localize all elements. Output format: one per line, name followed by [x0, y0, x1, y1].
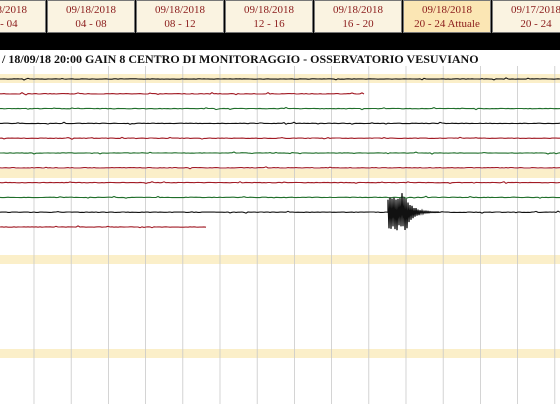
tab-4[interactable]: 09/18/2018 16 - 20	[314, 0, 402, 33]
tab-6[interactable]: 09/17/2018 20 - 24	[492, 0, 560, 33]
tab-5[interactable]: 09/18/2018 20 - 24 Attuale	[403, 0, 491, 33]
tab-date: 09/18/2018	[243, 4, 295, 16]
tab-range: 08 - 12	[164, 18, 196, 30]
tab-1[interactable]: 09/18/2018 04 - 08	[47, 0, 135, 33]
tab-date: 09/18/2018	[154, 4, 206, 16]
seismogram-drum	[0, 66, 560, 404]
earthquake-burst	[387, 193, 440, 231]
tab-range: 12 - 16	[253, 18, 285, 30]
trace-green	[0, 106, 560, 111]
trace-red	[0, 136, 560, 140]
highlight-band	[0, 255, 560, 264]
tab-3[interactable]: 09/18/2018 12 - 16	[225, 0, 313, 33]
trace-red	[0, 181, 560, 185]
trace-green	[0, 195, 560, 200]
tab-date: 09/18/2018	[421, 4, 473, 16]
header-bar	[0, 34, 560, 50]
trace-red	[0, 166, 560, 170]
tab-date: 09/18/2018	[332, 4, 384, 16]
trace-black	[0, 210, 560, 214]
tab-range: 20 - 24	[520, 18, 552, 30]
time-window-tabs: 09/18/201800 - 0409/18/201804 - 0809/18/…	[0, 0, 560, 34]
tab-date: 09/18/2018	[65, 4, 117, 16]
tab-0[interactable]: 09/18/2018 00 - 04	[0, 0, 46, 33]
highlight-band	[0, 349, 560, 358]
trace-red	[0, 92, 365, 96]
trace-red	[0, 225, 207, 229]
tab-range: 16 - 20	[342, 18, 374, 30]
highlight-band	[0, 169, 560, 178]
tab-range: 00 - 04	[0, 18, 18, 30]
tab-date: 09/18/2018	[0, 4, 28, 16]
tab-range: 20 - 24 Attuale	[414, 18, 480, 30]
tab-range: 04 - 08	[75, 18, 107, 30]
trace-black	[0, 121, 560, 125]
tab-date: 09/17/2018	[510, 4, 560, 16]
tab-2[interactable]: 09/18/2018 08 - 12	[136, 0, 224, 33]
trace-green	[0, 151, 560, 155]
